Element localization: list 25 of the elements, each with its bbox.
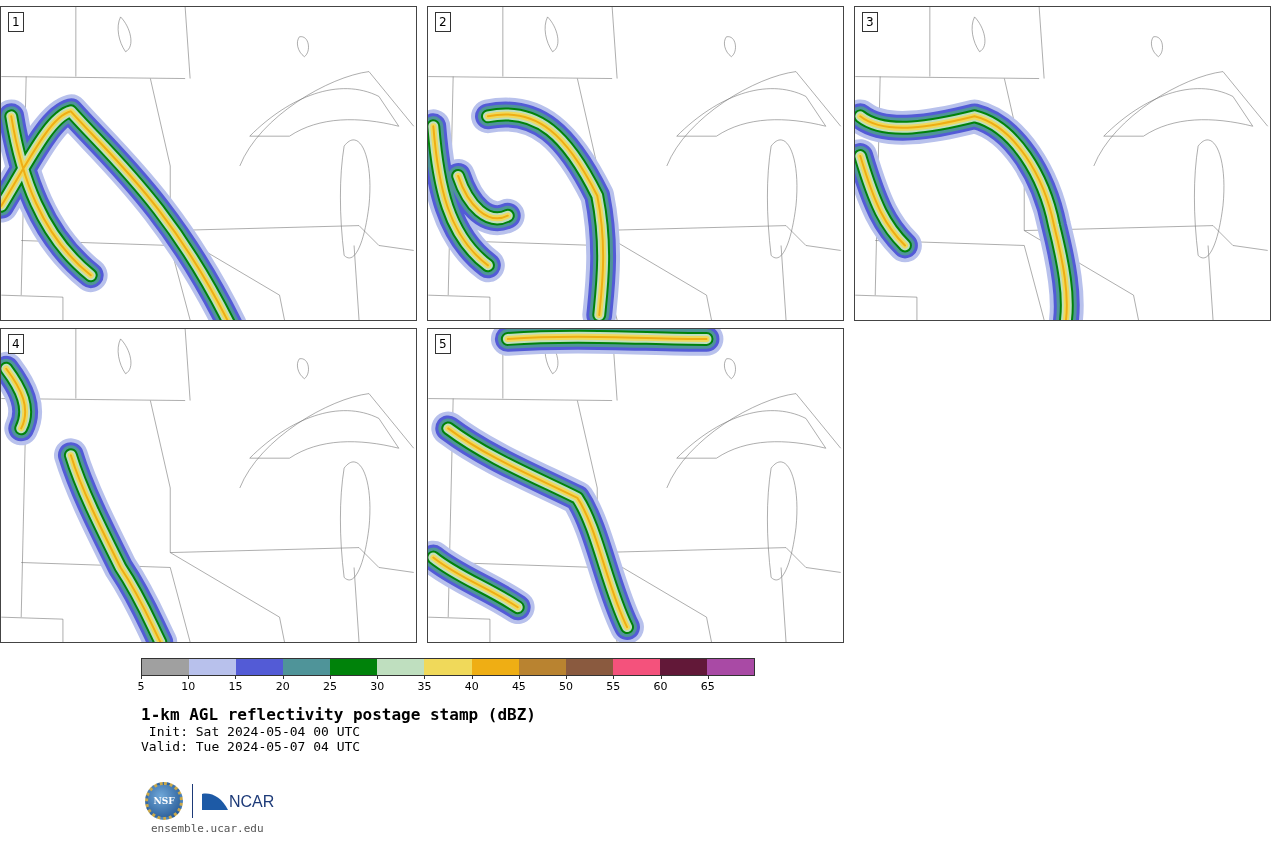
- tick-label: 65: [700, 681, 715, 693]
- tick-label: 15: [228, 681, 243, 693]
- tick-label: 35: [417, 681, 432, 693]
- tick-label: 50: [559, 681, 574, 693]
- tick-label: 55: [606, 681, 621, 693]
- tick-label: 10: [181, 681, 196, 693]
- tick-label: 5: [137, 681, 145, 693]
- tick-label: 25: [322, 681, 337, 693]
- valid-time: Valid: Tue 2024-05-07 04 UTC: [141, 739, 362, 754]
- tick-label: 20: [275, 681, 290, 693]
- seal-logo: NSF: [145, 782, 183, 820]
- panel-number: 1: [8, 12, 24, 32]
- panel-number: 5: [435, 334, 451, 354]
- swoosh-icon: [202, 792, 228, 810]
- panel-number: 3: [862, 12, 878, 32]
- tick-label: 45: [511, 681, 526, 693]
- panel-number: 2: [435, 12, 451, 32]
- panel-number: 4: [8, 334, 24, 354]
- init-time: Init: Sat 2024-05-04 00 UTC: [147, 724, 362, 739]
- chart-title: 1-km AGL reflectivity postage stamp (dBZ): [141, 706, 537, 724]
- logo-text: NCAR: [229, 794, 275, 810]
- tick-label: 60: [653, 681, 668, 693]
- tick-label: 30: [370, 681, 385, 693]
- site-link[interactable]: ensemble.ucar.edu: [151, 822, 1280, 835]
- tick-label: 40: [464, 681, 479, 693]
